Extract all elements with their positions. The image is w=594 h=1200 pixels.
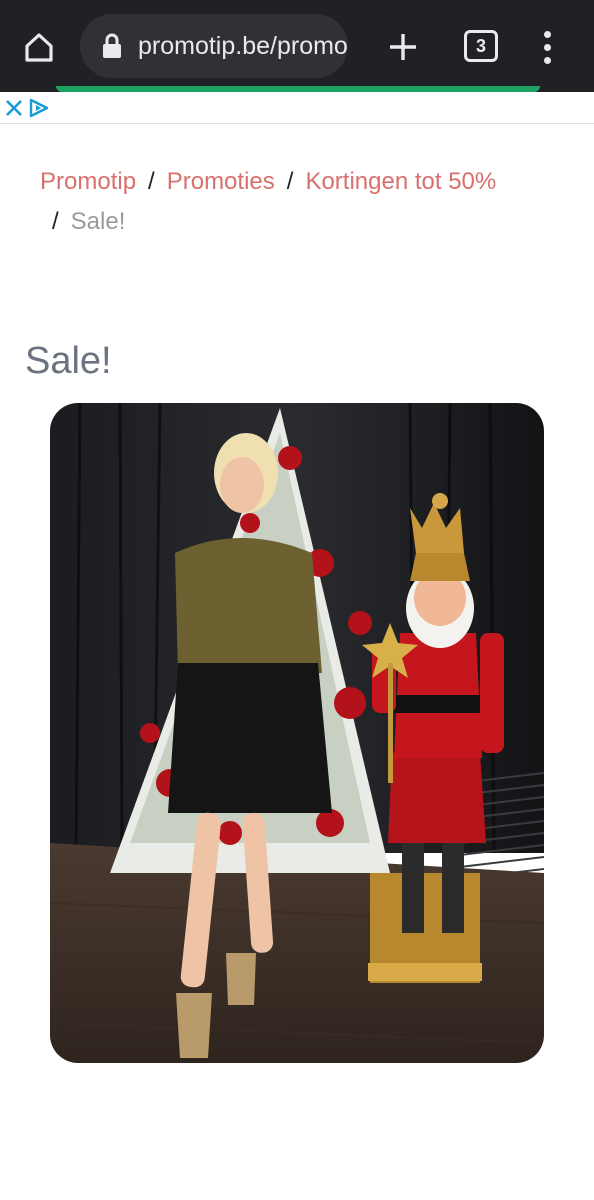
tab-switcher-button[interactable]: 3	[464, 30, 498, 62]
address-bar[interactable]: promotip.be/promoties/kortingen-tot-50	[80, 14, 348, 78]
breadcrumb-link-kortingen[interactable]: Kortingen tot 50%	[305, 168, 496, 195]
breadcrumb: Promotip / Promoties / Kortingen tot 50% / Sal…	[40, 162, 570, 242]
new-tab-button[interactable]	[380, 24, 426, 70]
breadcrumb-separator: /	[148, 168, 155, 195]
breadcrumb-separator: /	[52, 208, 59, 235]
browser-toolbar: promotip.be/promoties/kortingen-tot-50 3	[0, 0, 594, 92]
lock-icon	[103, 33, 121, 58]
menu-dot-icon	[543, 56, 551, 64]
overflow-menu-button[interactable]	[530, 24, 564, 70]
breadcrumb-link-home[interactable]: Promotip	[40, 168, 136, 195]
breadcrumb-link-promoties[interactable]: Promoties	[167, 168, 275, 195]
product-photo	[50, 403, 544, 1063]
ad-banner	[0, 92, 594, 124]
adchoices-icon[interactable]	[28, 98, 50, 118]
home-button[interactable]	[16, 24, 62, 70]
close-icon[interactable]	[4, 98, 24, 118]
menu-dot-icon	[543, 30, 551, 38]
breadcrumb-current: Sale!	[70, 208, 126, 235]
breadcrumb-separator: /	[286, 168, 294, 195]
page-title: Sale!	[25, 340, 112, 382]
product-image[interactable]	[50, 403, 544, 1063]
home-icon	[25, 33, 53, 62]
url-text: promotip.be/promoties/kortingen-tot-50	[138, 31, 348, 60]
menu-dot-icon	[543, 43, 551, 51]
plus-icon	[390, 34, 416, 60]
